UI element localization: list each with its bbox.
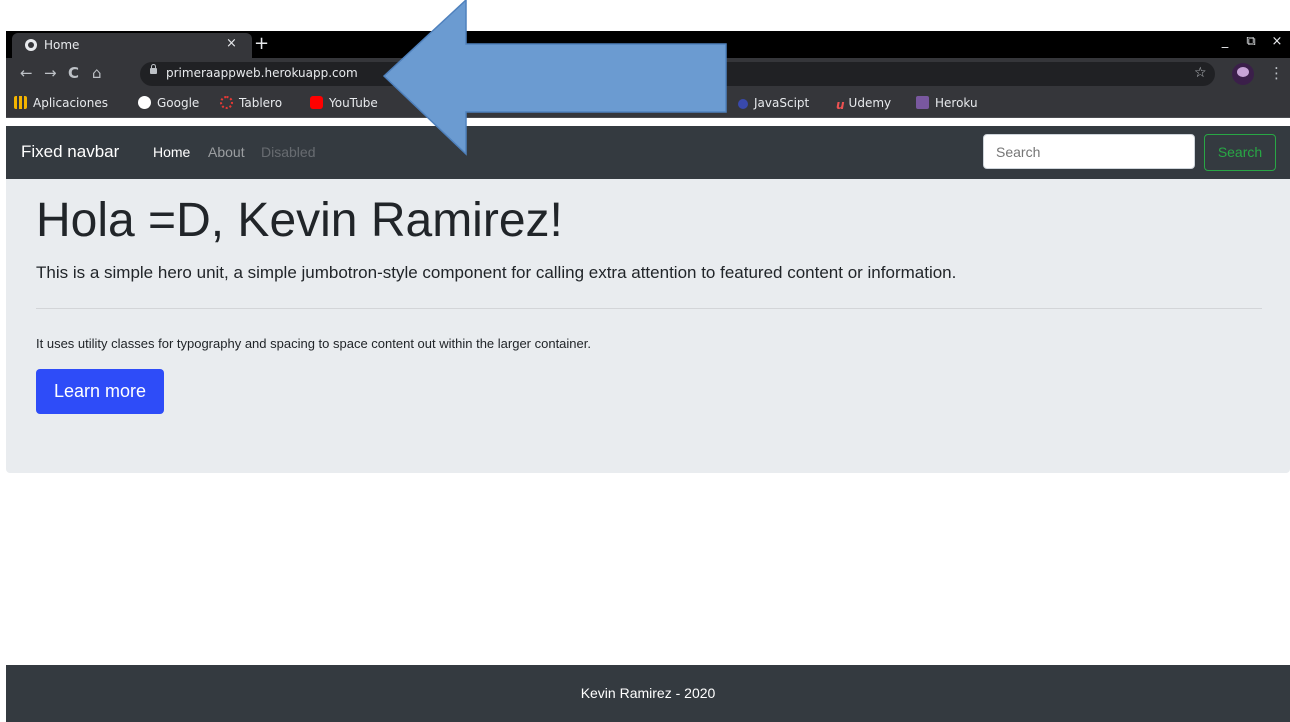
annotation-arrow-icon <box>382 0 727 156</box>
